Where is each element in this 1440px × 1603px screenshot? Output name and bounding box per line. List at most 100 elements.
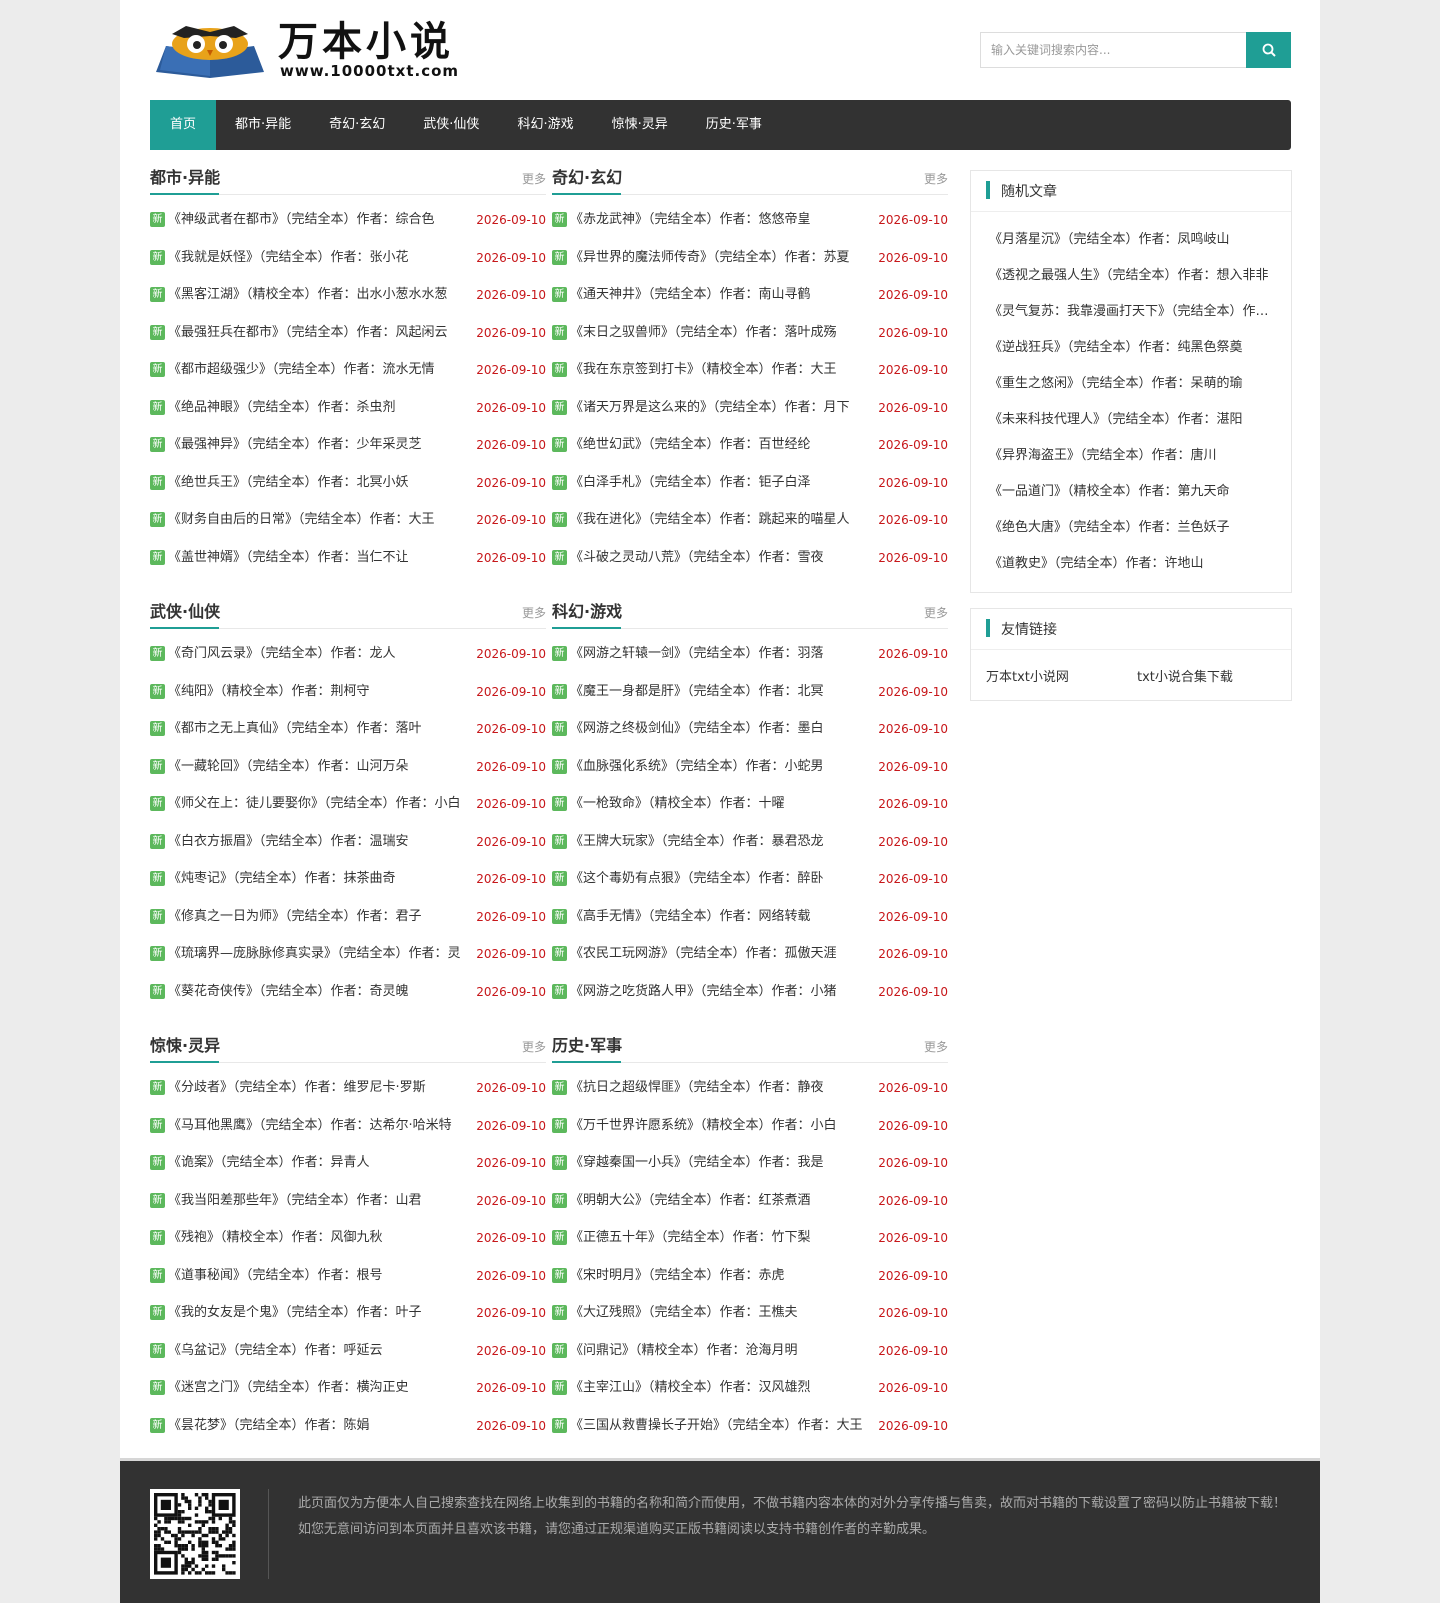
- book-title-link[interactable]: 《主宰江山》（精校全本）作者：汉风雄烈: [570, 1377, 868, 1399]
- book-title-link[interactable]: 《诸天万界是这么来的》（完结全本）作者：月下: [570, 397, 868, 419]
- book-title-link[interactable]: 《马耳他黑鹰》（完结全本）作者：达希尔·哈米特: [168, 1115, 466, 1137]
- book-title-link[interactable]: 《分歧者》（完结全本）作者：维罗尼卡·罗斯: [168, 1077, 466, 1099]
- book-title-link[interactable]: 《正德五十年》（完结全本）作者：竹下梨: [570, 1227, 868, 1249]
- book-title-link[interactable]: 《农民工玩网游》（完结全本）作者：孤傲天涯: [570, 943, 868, 965]
- book-title-link[interactable]: 《高手无情》（完结全本）作者：网络转载: [570, 906, 868, 928]
- book-title-link[interactable]: 《网游之轩辕一剑》（完结全本）作者：羽落: [570, 643, 868, 665]
- nav-wuxia[interactable]: 武侠·仙侠: [404, 100, 498, 150]
- random-article-link[interactable]: 《未来科技代理人》（完结全本）作者：湛阳: [971, 402, 1291, 438]
- book-title-link[interactable]: 《我的女友是个鬼》（完结全本）作者：叶子: [168, 1302, 466, 1324]
- book-title-link[interactable]: 《穿越秦国一小兵》（完结全本）作者：我是: [570, 1152, 868, 1174]
- section-more-link[interactable]: 更多: [924, 1038, 948, 1055]
- search-button[interactable]: [1246, 32, 1291, 68]
- section-title[interactable]: 武侠·仙侠: [150, 598, 220, 629]
- section-more-link[interactable]: 更多: [924, 170, 948, 187]
- book-title-link[interactable]: 《明朝大公》（完结全本）作者：红茶煮酒: [570, 1190, 868, 1212]
- random-article-link[interactable]: 《月落星沉》（完结全本）作者：凤鸣岐山: [971, 222, 1291, 258]
- book-title-link[interactable]: 《我在东京签到打卡》（精校全本）作者：大王: [570, 359, 868, 381]
- book-title-link[interactable]: 《大辽残照》（完结全本）作者：王樵夫: [570, 1302, 868, 1324]
- book-title-link[interactable]: 《诡案》（完结全本）作者：异青人: [168, 1152, 466, 1174]
- book-title-link[interactable]: 《宋时明月》（完结全本）作者：赤虎: [570, 1265, 868, 1287]
- section-title[interactable]: 惊悚·灵异: [150, 1032, 220, 1063]
- book-title-link[interactable]: 《网游之终极剑仙》（完结全本）作者：墨白: [570, 718, 868, 740]
- book-title-link[interactable]: 《异世界的魔法师传奇》（完结全本）作者：苏夏: [570, 247, 868, 269]
- section-title[interactable]: 都市·异能: [150, 164, 220, 195]
- section-more-link[interactable]: 更多: [522, 604, 546, 621]
- search-input[interactable]: [980, 32, 1246, 68]
- book-title-link[interactable]: 《财务自由后的日常》（完结全本）作者：大王: [168, 509, 466, 531]
- book-title-link[interactable]: 《问鼎记》（精校全本）作者：沧海月明: [570, 1340, 868, 1362]
- book-title-link[interactable]: 《末日之驭兽师》（完结全本）作者：落叶成殇: [570, 322, 868, 344]
- nav-kehuan[interactable]: 科幻·游戏: [498, 100, 592, 150]
- owl-book-logo-icon: [156, 26, 264, 78]
- book-title-link[interactable]: 《师父在上：徒儿要娶你》（完结全本）作者：小白: [168, 793, 466, 815]
- friend-link-txt-collection[interactable]: txt小说合集下载: [1137, 666, 1233, 685]
- new-badge-icon: 新: [552, 1342, 567, 1358]
- book-title-link[interactable]: 《这个毒奶有点狠》（完结全本）作者：醉卧: [570, 868, 868, 890]
- random-article-link[interactable]: 《逆战狂兵》（完结全本）作者：纯黑色祭奠: [971, 330, 1291, 366]
- book-title-link[interactable]: 《都市之无上真仙》（完结全本）作者：落叶: [168, 718, 466, 740]
- nav-dushi[interactable]: 都市·异能: [216, 100, 310, 150]
- new-badge-icon: 新: [552, 1080, 567, 1095]
- book-title-link[interactable]: 《昙花梦》（完结全本）作者：陈娟: [168, 1415, 466, 1437]
- nav-lishi[interactable]: 历史·军事: [687, 100, 781, 150]
- book-title-link[interactable]: 《一藏轮回》（完结全本）作者：山河万朵: [168, 756, 466, 778]
- book-date: 2026-09-10: [878, 947, 948, 961]
- book-title-link[interactable]: 《斗破之灵动八荒》（完结全本）作者：雪夜: [570, 547, 868, 569]
- book-title-link[interactable]: 《我就是妖怪》（完结全本）作者：张小花: [168, 247, 466, 269]
- book-title-link[interactable]: 《琉璃界—庞脉脉修真实录》（完结全本）作者：灵: [168, 943, 466, 965]
- book-title-link[interactable]: 《乌盆记》（完结全本）作者：呼延云: [168, 1340, 466, 1362]
- random-article-link[interactable]: 《异界海盗王》（完结全本）作者：唐川: [971, 438, 1291, 474]
- book-title-link[interactable]: 《血脉强化系统》（完结全本）作者：小蛇男: [570, 756, 868, 778]
- new-badge-icon: 新: [150, 1380, 165, 1395]
- random-article-link[interactable]: 《透视之最强人生》（完结全本）作者：想入非非: [971, 258, 1291, 294]
- section-more-link[interactable]: 更多: [522, 170, 546, 187]
- book-title-link[interactable]: 《道事秘闻》（完结全本）作者：根号: [168, 1265, 466, 1287]
- book-title-link[interactable]: 《赤龙武神》（完结全本）作者：悠悠帝皇: [570, 209, 868, 231]
- nav-qihuan[interactable]: 奇幻·玄幻: [310, 100, 404, 150]
- book-title-link[interactable]: 《盖世神婿》（完结全本）作者：当仁不让: [168, 547, 466, 569]
- book-title-link[interactable]: 《通天神井》（完结全本）作者：南山寻鹤: [570, 284, 868, 306]
- book-title-link[interactable]: 《抗日之超级悍匪》（完结全本）作者：静夜: [570, 1077, 868, 1099]
- book-title-link[interactable]: 《残袍》（精校全本）作者：风御九秋: [168, 1227, 466, 1249]
- book-title-link[interactable]: 《我在进化》（完结全本）作者：跳起来的喵星人: [570, 509, 868, 531]
- random-article-link[interactable]: 《一品道门》（精校全本）作者：第九天命: [971, 474, 1291, 510]
- friend-link-wanben[interactable]: 万本txt小说网: [986, 666, 1069, 685]
- random-article-link[interactable]: 《重生之悠闲》（完结全本）作者：呆萌的瑜: [971, 366, 1291, 402]
- site-logo[interactable]: 万本小说 www.10000txt.com: [152, 18, 552, 82]
- book-title-link[interactable]: 《最强神异》（完结全本）作者：少年采灵芝: [168, 434, 466, 456]
- book-title-link[interactable]: 《葵花奇侠传》（完结全本）作者：奇灵魄: [168, 981, 466, 1003]
- random-article-link[interactable]: 《灵气复苏：我靠漫画打天下》（完结全本）作者：小白: [971, 294, 1291, 330]
- book-title-link[interactable]: 《奇门风云录》（完结全本）作者：龙人: [168, 643, 466, 665]
- book-title-link[interactable]: 《绝世幻武》（完结全本）作者：百世经纶: [570, 434, 868, 456]
- nav-jingsong[interactable]: 惊悚·灵异: [593, 100, 687, 150]
- book-title-link[interactable]: 《魔王一身都是肝》（完结全本）作者：北冥: [570, 681, 868, 703]
- book-title-link[interactable]: 《黑客江湖》（精校全本）作者：出水小葱水水葱: [168, 284, 466, 306]
- book-title-link[interactable]: 《我当阳差那些年》（完结全本）作者：山君: [168, 1190, 466, 1212]
- section-more-link[interactable]: 更多: [924, 604, 948, 621]
- book-title-link[interactable]: 《三国从救曹操长子开始》（完结全本）作者：大王: [570, 1415, 868, 1437]
- section-title[interactable]: 科幻·游戏: [552, 598, 622, 629]
- nav-home[interactable]: 首页: [150, 100, 217, 150]
- book-title-link[interactable]: 《绝品神眼》（完结全本）作者：杀虫剂: [168, 397, 466, 419]
- book-title-link[interactable]: 《迷宫之门》（完结全本）作者：横沟正史: [168, 1377, 466, 1399]
- book-title-link[interactable]: 《绝世兵王》（完结全本）作者：北冥小妖: [168, 472, 466, 494]
- book-title-link[interactable]: 《纯阳》（精校全本）作者：荆柯守: [168, 681, 466, 703]
- book-title-link[interactable]: 《万千世界许愿系统》（精校全本）作者：小白: [570, 1115, 868, 1137]
- book-date: 2026-09-10: [476, 1268, 546, 1283]
- book-title-link[interactable]: 《白衣方振眉》（完结全本）作者：温瑞安: [168, 831, 466, 853]
- book-title-link[interactable]: 《白泽手札》（完结全本）作者：钜子白泽: [570, 472, 868, 494]
- book-title-link[interactable]: 《炖枣记》（完结全本）作者：抹茶曲奇: [168, 868, 466, 890]
- section-title[interactable]: 奇幻·玄幻: [552, 164, 622, 195]
- book-title-link[interactable]: 《神级武者在都市》（完结全本）作者：综合色: [168, 209, 466, 231]
- random-article-link[interactable]: 《绝色大唐》（完结全本）作者：兰色妖子: [971, 510, 1291, 546]
- section-more-link[interactable]: 更多: [522, 1038, 546, 1055]
- section-title[interactable]: 历史·军事: [552, 1032, 622, 1063]
- book-title-link[interactable]: 《修真之一日为师》（完结全本）作者：君子: [168, 906, 466, 928]
- book-title-link[interactable]: 《一枪致命》（精校全本）作者：十曜: [570, 793, 868, 815]
- book-title-link[interactable]: 《最强狂兵在都市》（完结全本）作者：风起闲云: [168, 322, 466, 344]
- random-article-link[interactable]: 《道教史》（完结全本）作者：许地山: [971, 546, 1291, 582]
- book-title-link[interactable]: 《王牌大玩家》（完结全本）作者：暴君恐龙: [570, 831, 868, 853]
- book-title-link[interactable]: 《都市超级强少》（完结全本）作者：流水无情: [168, 359, 466, 381]
- book-title-link[interactable]: 《网游之吃货路人甲》（完结全本）作者：小猪: [570, 981, 868, 1003]
